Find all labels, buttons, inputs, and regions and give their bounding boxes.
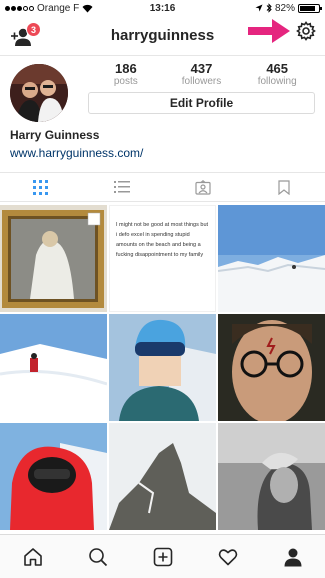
settings-gear-icon[interactable] xyxy=(296,21,316,41)
tagged-photos-icon xyxy=(195,179,211,195)
profile-icon xyxy=(284,548,301,566)
followers-stat[interactable]: 437 followers xyxy=(164,61,240,88)
location-icon xyxy=(255,4,263,12)
profile-avatar[interactable] xyxy=(10,64,68,122)
posts-label: posts xyxy=(113,76,138,87)
post-thumbnail[interactable] xyxy=(218,423,325,530)
posts-grid: I might not be good at most things but i… xyxy=(0,205,325,533)
avatar-photo xyxy=(10,64,68,122)
signal-strength-icon xyxy=(5,5,34,11)
bluetooth-icon xyxy=(266,3,272,13)
arrow-pointer-icon xyxy=(248,19,290,43)
nav-activity[interactable] xyxy=(214,543,242,571)
bottom-navigation xyxy=(0,534,325,578)
status-bar: Orange F 13:16 82% xyxy=(0,0,325,16)
list-icon xyxy=(113,181,130,193)
notification-badge[interactable]: 3 xyxy=(26,22,41,37)
followers-label: followers xyxy=(181,76,222,87)
username-title: harryguinness xyxy=(110,27,215,44)
activity-heart-icon xyxy=(218,548,237,565)
post-thumbnail[interactable] xyxy=(109,314,216,421)
tab-grid[interactable] xyxy=(0,173,81,201)
posts-count: 186 xyxy=(114,61,137,76)
following-label: following xyxy=(257,76,297,87)
search-icon xyxy=(88,547,107,566)
profile-stats: 186 posts 437 followers 465 following xyxy=(88,61,315,88)
post-thumbnail[interactable] xyxy=(0,205,107,312)
followers-count: 437 xyxy=(190,61,213,76)
nav-profile[interactable] xyxy=(279,543,307,571)
post-thumbnail[interactable] xyxy=(0,423,107,530)
mountain-cliff-photo xyxy=(109,423,216,530)
posts-stat: 186 posts xyxy=(88,61,164,88)
new-post-icon xyxy=(153,547,172,566)
wifi-icon xyxy=(82,4,93,12)
home-icon xyxy=(23,547,42,566)
edit-profile-button[interactable]: Edit Profile xyxy=(88,92,315,114)
snowy-mountain-photo xyxy=(218,205,325,312)
bookmark-icon xyxy=(278,179,290,195)
painting-photo xyxy=(0,205,107,312)
profile-view-tabs xyxy=(0,172,325,202)
tab-tagged[interactable] xyxy=(163,173,244,201)
bw-portrait-photo xyxy=(218,423,325,530)
carrier-name: Orange F xyxy=(37,2,80,14)
battery-icon xyxy=(298,3,322,13)
post-thumbnail[interactable] xyxy=(218,314,325,421)
tab-saved[interactable] xyxy=(244,173,325,201)
battery-percent: 82% xyxy=(274,2,295,14)
following-stat[interactable]: 465 following xyxy=(239,61,315,88)
post-thumbnail[interactable] xyxy=(0,314,107,421)
nav-home[interactable] xyxy=(19,543,47,571)
red-jacket-selfie-photo xyxy=(0,423,107,530)
post-thumbnail-text[interactable]: I might not be good at most things but i… xyxy=(109,205,216,312)
grid-icon xyxy=(33,179,49,195)
nav-search[interactable] xyxy=(84,543,112,571)
text-post-content: I might not be good at most things but i… xyxy=(116,222,209,258)
profile-name: Harry Guinness xyxy=(10,128,100,142)
profile-website-link[interactable]: www.harryguinness.com/ xyxy=(10,146,143,160)
battery-fill xyxy=(300,5,315,11)
post-thumbnail[interactable] xyxy=(218,205,325,312)
tab-list[interactable] xyxy=(81,173,162,201)
post-thumbnail[interactable] xyxy=(109,423,216,530)
nav-new-post[interactable] xyxy=(149,543,177,571)
following-count: 465 xyxy=(266,61,289,76)
skier-selfie-photo xyxy=(109,314,216,421)
glasses-selfie-photo xyxy=(218,314,325,421)
skier-photo xyxy=(0,314,107,421)
